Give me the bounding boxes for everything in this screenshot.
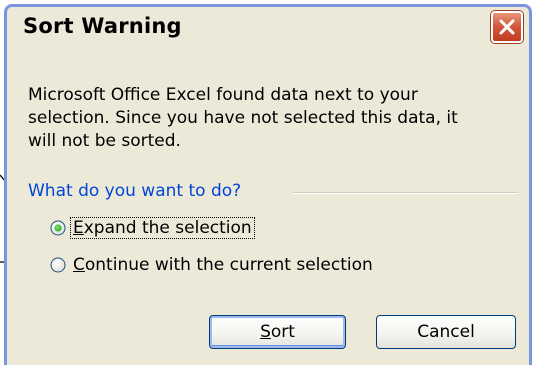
sort-mnemonic: S <box>260 322 271 342</box>
expand-selection-radio[interactable] <box>50 220 66 236</box>
cancel-button[interactable]: Cancel <box>376 315 516 349</box>
warning-message: Microsoft Office Excel found data next t… <box>28 84 518 153</box>
sort-label-text: ort <box>270 322 295 342</box>
stage: Sort Warning Microsoft Office Excel foun… <box>0 0 537 365</box>
radio-unselected-icon <box>50 257 66 273</box>
dialog-title: Sort Warning <box>23 14 182 38</box>
radio-selected-icon <box>50 220 66 236</box>
expand-selection-option[interactable]: Expand the selection <box>50 216 255 240</box>
continue-label-text: ontinue with the current selection <box>84 255 373 275</box>
expand-selection-label: Expand the selection <box>70 217 255 239</box>
message-line: selection. Since you have not selected t… <box>28 108 458 128</box>
continue-selection-label: Continue with the current selection <box>71 255 375 275</box>
title-bar: Sort Warning <box>7 7 529 49</box>
continue-selection-option[interactable]: Continue with the current selection <box>50 253 375 277</box>
close-button[interactable] <box>491 11 523 43</box>
options-group-legend: What do you want to do? <box>28 181 242 201</box>
options-group-divider <box>293 192 518 194</box>
close-icon <box>499 19 515 35</box>
continue-mnemonic: C <box>73 255 85 275</box>
message-line: Microsoft Office Excel found data next t… <box>28 85 418 105</box>
sort-warning-dialog: Sort Warning Microsoft Office Excel foun… <box>4 4 532 365</box>
sort-button[interactable]: Sort <box>209 315 346 349</box>
message-line: will not be sorted. <box>28 131 181 151</box>
expand-label-text: xpand the selection <box>83 218 252 238</box>
continue-selection-radio[interactable] <box>50 257 66 273</box>
expand-mnemonic: E <box>73 218 84 238</box>
